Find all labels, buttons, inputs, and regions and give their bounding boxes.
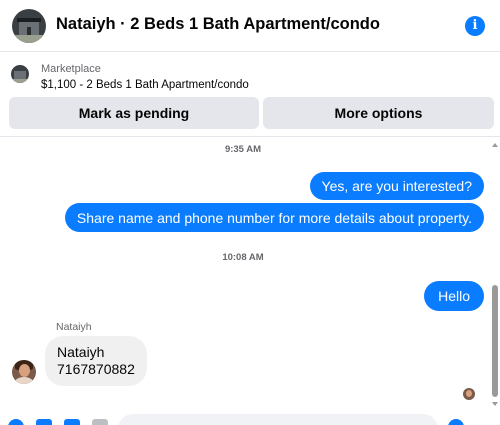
message-list: 9:35 AM Yes, are you interested? Share n…	[0, 137, 486, 414]
timestamp: 9:35 AM	[224, 144, 262, 155]
composer	[0, 414, 500, 425]
scroll-down-arrow-icon[interactable]	[492, 402, 498, 406]
listing-summary: $1,100 - 2 Beds 1 Bath Apartment/condo	[41, 79, 249, 91]
message-bubble-outgoing[interactable]: Share name and phone number for more det…	[64, 203, 484, 232]
sender-name: Nataiyh	[56, 321, 92, 333]
scroll-up-arrow-icon[interactable]	[492, 143, 498, 147]
listing-thumbnail-small	[11, 65, 29, 83]
message-bubble-outgoing[interactable]: Hello	[424, 281, 484, 311]
message-input[interactable]	[118, 414, 438, 425]
more-actions-icon[interactable]	[8, 419, 24, 425]
scrollbar[interactable]	[490, 137, 500, 414]
chat-title[interactable]: Nataiyh · 2 Beds 1 Bath Apartment/condo	[56, 15, 380, 34]
chat-header: Nataiyh · 2 Beds 1 Bath Apartment/condo …	[0, 0, 500, 52]
timestamp: 10:08 AM	[222, 252, 264, 263]
gif-icon[interactable]	[92, 419, 108, 425]
seen-avatar	[463, 388, 475, 400]
message-line: Nataiyh	[57, 344, 105, 360]
marketplace-listing[interactable]: Marketplace $1,100 - 2 Beds 1 Bath Apart…	[0, 53, 500, 97]
marketplace-label: Marketplace	[41, 63, 101, 75]
message-bubble-incoming[interactable]: Nataiyh 7167870882	[45, 336, 147, 386]
mark-as-pending-button[interactable]: Mark as pending	[9, 97, 259, 129]
listing-thumbnail[interactable]	[12, 9, 46, 43]
avatar[interactable]	[12, 360, 36, 384]
message-bubble-outgoing[interactable]: Yes, are you interested?	[309, 172, 484, 200]
sticker-icon[interactable]	[64, 419, 80, 425]
emoji-icon[interactable]	[448, 419, 464, 425]
photo-icon[interactable]	[36, 419, 52, 425]
scroll-thumb[interactable]	[492, 285, 498, 397]
message-line: 7167870882	[57, 361, 135, 377]
info-icon[interactable]: i	[465, 16, 485, 36]
more-options-button[interactable]: More options	[263, 97, 494, 129]
